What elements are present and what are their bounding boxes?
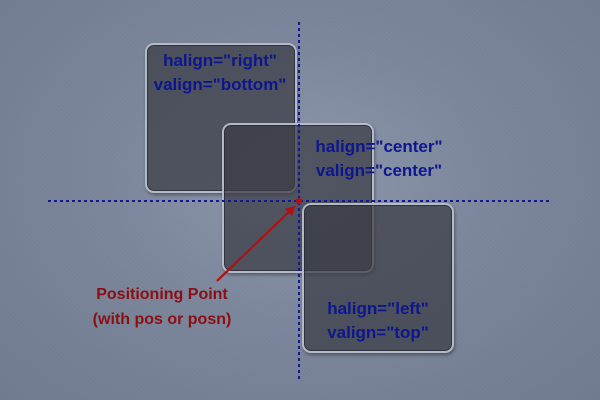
valign-text: valign="top" <box>327 323 429 342</box>
positioning-point-subtitle: (with pos or posn) <box>92 311 232 328</box>
diagram-canvas: halign="right" valign="bottom" halign="c… <box>0 0 600 400</box>
halign-text: halign="right" <box>163 51 277 70</box>
halign-text: halign="left" <box>327 299 429 318</box>
valign-text: valign="center" <box>315 161 443 180</box>
pointer-arrow <box>216 205 296 282</box>
box-right-bottom-label: halign="right" valign="bottom" <box>140 49 300 97</box>
box-left-top-label: halign="left" valign="top" <box>298 297 458 345</box>
box-center-center-label: halign="center" valign="center" <box>299 135 459 183</box>
valign-text: valign="bottom" <box>153 75 287 94</box>
halign-text: halign="center" <box>315 137 443 156</box>
positioning-point-title: Positioning Point <box>96 286 228 303</box>
positioning-point <box>295 197 303 205</box>
